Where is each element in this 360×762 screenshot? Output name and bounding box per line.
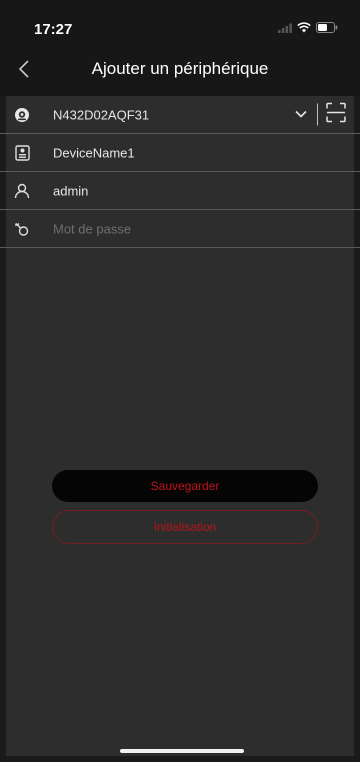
username-row[interactable]: admin — [0, 172, 360, 210]
serial-actions — [295, 102, 346, 127]
home-indicator[interactable] — [120, 749, 244, 753]
save-button[interactable]: Sauvegarder — [52, 470, 318, 502]
initialization-button[interactable]: Initialisation — [52, 510, 318, 544]
screen-edge-bottom — [0, 756, 360, 762]
add-device-screen: 17:27 Ajouter un périphérique N432D02AQF… — [0, 0, 360, 762]
chevron-left-icon — [18, 60, 29, 78]
serial-row[interactable]: N432D02AQF31 — [0, 96, 360, 134]
chevron-down-icon[interactable] — [295, 106, 307, 124]
serial-number-field[interactable]: N432D02AQF31 — [53, 107, 149, 122]
device-name-icon — [12, 143, 32, 163]
status-time: 17:27 — [34, 21, 73, 38]
device-serial-icon — [12, 105, 32, 125]
battery-icon — [316, 22, 338, 33]
password-field[interactable] — [53, 221, 313, 236]
status-icons — [278, 22, 338, 33]
password-row[interactable] — [0, 210, 360, 248]
key-icon — [12, 219, 32, 239]
device-form: N432D02AQF31 DeviceName1 admin — [0, 96, 360, 248]
divider — [317, 103, 318, 126]
back-button[interactable] — [12, 57, 36, 81]
user-icon — [12, 181, 32, 201]
header: 17:27 Ajouter un périphérique — [0, 0, 360, 96]
username-field[interactable]: admin — [53, 183, 88, 198]
device-name-row[interactable]: DeviceName1 — [0, 134, 360, 172]
page-title: Ajouter un périphérique — [91, 59, 269, 78]
signal-icon — [278, 23, 292, 33]
wifi-icon — [297, 22, 311, 33]
device-name-field[interactable]: DeviceName1 — [53, 145, 135, 160]
scan-icon[interactable] — [326, 102, 346, 127]
